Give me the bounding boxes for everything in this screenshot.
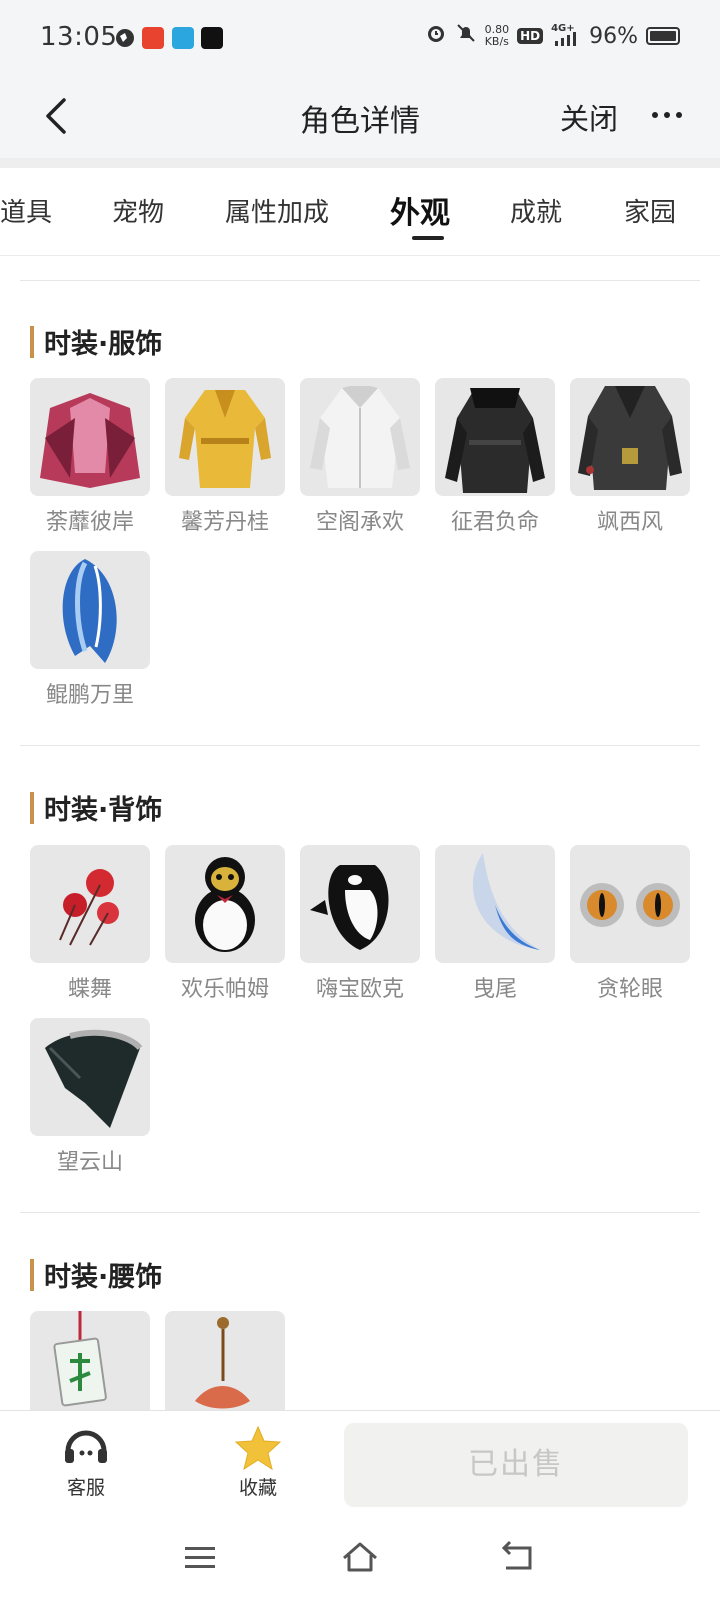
item-tile[interactable]: 飒西风 [570, 378, 690, 536]
status-bar: 13:05 0.80 KB/s HD 4G+ 96% [0, 0, 720, 78]
item-name: 鲲鹏万里 [45, 683, 134, 708]
item-name: 荼蘼彼岸 [45, 510, 134, 535]
item-tile[interactable]: 欢乐帕姆 [165, 845, 285, 1003]
alarm-icon [425, 22, 447, 50]
item-image [165, 378, 285, 496]
globe-icon [114, 27, 136, 49]
section-accent-bar [30, 325, 34, 358]
back-icon[interactable] [498, 1538, 538, 1578]
item-image [300, 378, 420, 496]
active-tab-indicator [412, 236, 444, 240]
close-button[interactable]: 关闭 [560, 96, 618, 138]
item-tile[interactable]: 蝶舞 [30, 845, 150, 1003]
bottom-action-bar: 客服 收藏 已出售 [0, 1410, 720, 1518]
section-accent-bar [30, 1258, 34, 1291]
nav-divider [0, 158, 720, 168]
item-image [435, 378, 555, 496]
mute-bell-icon [455, 22, 477, 50]
item-image [570, 845, 690, 963]
tab-home[interactable]: 家园 [624, 192, 676, 229]
item-image [30, 845, 150, 963]
item-name: 曳尾 [472, 977, 517, 1002]
item-tile[interactable]: 嗨宝欧克 [300, 845, 420, 1003]
item-tile[interactable]: 馨芳丹桂 [165, 378, 285, 536]
favorite-button[interactable]: 收藏 [218, 1425, 298, 1500]
signal-icon: 4G+ [551, 23, 581, 47]
item-image [300, 845, 420, 963]
item-tile[interactable]: 空阁承欢 [300, 378, 420, 536]
more-options-icon[interactable] [650, 100, 684, 130]
item-image [30, 1018, 150, 1136]
hd-badge: HD [517, 28, 544, 44]
item-image [435, 845, 555, 963]
section-accent-bar [30, 791, 34, 824]
video-app-icon [201, 27, 223, 49]
section-title-waist-accessory: 时装·腰饰 [30, 1255, 162, 1294]
star-icon [234, 1425, 282, 1471]
item-name: 空阁承欢 [315, 510, 404, 535]
section-divider [20, 745, 700, 746]
tab-items[interactable]: 道具 [0, 192, 52, 229]
item-image [165, 845, 285, 963]
item-name: 欢乐帕姆 [180, 977, 269, 1002]
item-tile[interactable]: 荼蘼彼岸 [30, 378, 150, 536]
browser-app-icon [172, 27, 194, 49]
section-divider [20, 1212, 700, 1213]
tab-attribute-bonus[interactable]: 属性加成 [225, 192, 329, 229]
tab-pets[interactable]: 宠物 [112, 192, 164, 229]
item-name: 征君负命 [450, 510, 539, 535]
status-time: 13:05 [40, 22, 118, 52]
shopping-app-icon [142, 27, 164, 49]
item-tile[interactable]: 鲲鹏万里 [30, 551, 150, 709]
item-name: 飒西风 [596, 510, 663, 535]
tab-achievements[interactable]: 成就 [510, 192, 562, 229]
section-title-back-accessory: 时装·背饰 [30, 788, 162, 827]
item-name: 馨芳丹桂 [180, 510, 269, 535]
item-tile[interactable]: 贪轮眼 [570, 845, 690, 1003]
item-tile[interactable]: 望云山 [30, 1018, 150, 1176]
home-icon[interactable] [340, 1538, 380, 1578]
item-name: 望云山 [56, 1150, 123, 1175]
divider [20, 280, 700, 281]
nav-bar: 角色详情 关闭 [0, 78, 720, 158]
item-image [570, 378, 690, 496]
item-image [30, 378, 150, 496]
section-title-clothing: 时装·服饰 [30, 322, 162, 361]
menu-icon[interactable] [180, 1538, 220, 1578]
network-speed: 0.80 KB/s [484, 23, 510, 48]
item-tile[interactable]: 曳尾 [435, 845, 555, 1003]
item-image [30, 551, 150, 669]
system-nav-bar [0, 1518, 720, 1600]
battery-icon [646, 27, 680, 45]
tab-appearance[interactable]: 外观 [390, 188, 450, 232]
item-tile[interactable]: 征君负命 [435, 378, 555, 536]
battery-percent: 96% [589, 23, 638, 49]
item-name: 嗨宝欧克 [315, 977, 404, 1002]
headset-icon [62, 1425, 110, 1471]
item-name: 贪轮眼 [596, 977, 663, 1002]
item-name: 蝶舞 [67, 977, 112, 1002]
customer-service-button[interactable]: 客服 [46, 1425, 126, 1500]
tab-bar: 道具 宠物 属性加成 外观 成就 家园 [0, 168, 720, 256]
sold-button[interactable]: 已出售 [344, 1423, 688, 1507]
